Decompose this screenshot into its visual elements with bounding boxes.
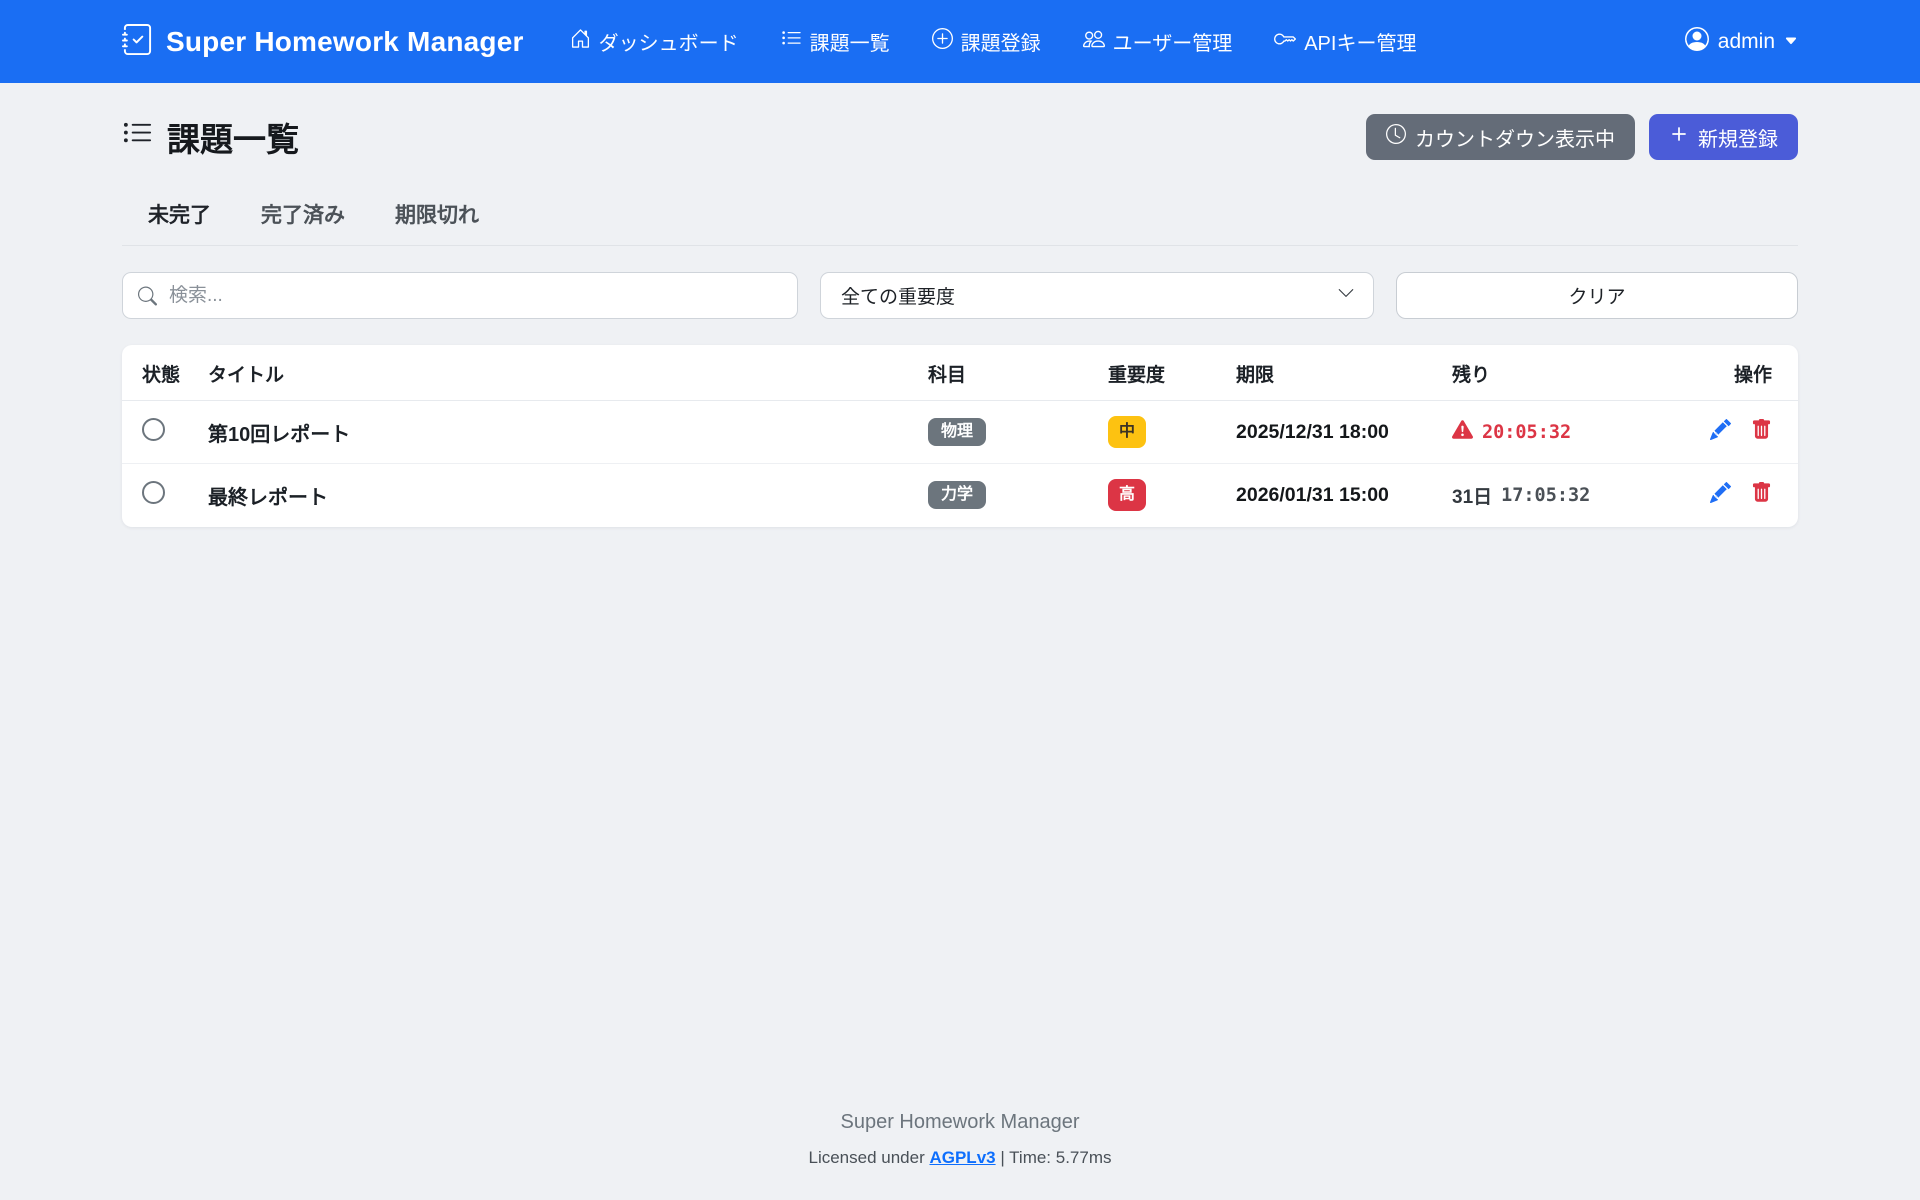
page-footer: Super Homework Manager Licensed under AG… [0, 1085, 1920, 1200]
nav-label: 課題一覧 [810, 27, 890, 56]
col-remaining: 残り [1440, 345, 1692, 401]
clock-icon [1386, 124, 1406, 150]
plus-icon [1669, 124, 1689, 150]
col-status: 状態 [122, 345, 196, 401]
status-tabs: 未完了 完了済み 期限切れ [122, 199, 1798, 246]
status-toggle[interactable] [142, 481, 165, 504]
task-table: 状態 タイトル 科目 重要度 期限 残り 操作 第10回レポート 物理 中 [122, 345, 1798, 527]
plus-circle-icon [932, 28, 953, 55]
col-importance: 重要度 [1096, 345, 1224, 401]
pencil-icon [1710, 491, 1731, 506]
remaining-countdown: 31日 17:05:32 [1452, 482, 1680, 509]
page-title: 課題一覧 [122, 113, 299, 161]
nav-item-dashboard[interactable]: ダッシュボード [570, 27, 739, 56]
table-header-row: 状態 タイトル 科目 重要度 期限 残り 操作 [122, 345, 1798, 401]
list-icon [122, 118, 153, 157]
license-link[interactable]: AGPLv3 [929, 1148, 995, 1167]
edit-button[interactable] [1710, 482, 1731, 503]
tab-overdue[interactable]: 期限切れ [395, 199, 479, 229]
chevron-down-icon [1337, 284, 1355, 308]
importance-badge: 中 [1108, 416, 1146, 448]
subject-badge: 物理 [928, 418, 986, 446]
remaining-time: 17:05:32 [1501, 485, 1590, 506]
trash-icon [1751, 491, 1772, 506]
col-title: タイトル [196, 345, 916, 401]
list-icon [781, 28, 802, 55]
task-title: 最終レポート [208, 487, 328, 509]
importance-badge: 高 [1108, 479, 1146, 511]
search-input[interactable] [122, 272, 798, 319]
person-circle-icon [1685, 27, 1709, 57]
remaining-countdown: 20:05:32 [1452, 419, 1680, 445]
delete-button[interactable] [1751, 482, 1772, 503]
remaining-days: 31日 [1452, 482, 1492, 509]
remaining-time: 20:05:32 [1482, 422, 1571, 443]
nav-item-api-keys[interactable]: APIキー管理 [1274, 27, 1416, 56]
nav-item-user-management[interactable]: ユーザー管理 [1083, 27, 1233, 56]
subject-badge: 力学 [928, 481, 986, 509]
deadline-text: 2026/01/31 15:00 [1236, 484, 1389, 506]
tab-completed[interactable]: 完了済み [261, 199, 345, 229]
clear-filters-button[interactable]: クリア [1396, 272, 1798, 319]
importance-filter-select[interactable]: 全ての重要度 [820, 272, 1374, 319]
users-icon [1083, 28, 1105, 56]
pencil-icon [1710, 428, 1731, 443]
col-deadline: 期限 [1224, 345, 1440, 401]
key-icon [1274, 28, 1296, 56]
countdown-toggle-button[interactable]: カウントダウン表示中 [1366, 114, 1635, 160]
brand-title: Super Homework Manager [166, 26, 524, 58]
user-menu[interactable]: admin [1685, 27, 1798, 57]
table-row: 第10回レポート 物理 中 2025/12/31 18:00 20:05:32 [122, 401, 1798, 464]
top-navbar: Super Homework Manager ダッシュボード 課題一覧 課題登録 [0, 0, 1920, 83]
caret-down-icon [1784, 30, 1798, 54]
task-table-card: 状態 タイトル 科目 重要度 期限 残り 操作 第10回レポート 物理 中 [122, 345, 1798, 527]
main-nav: ダッシュボード 課題一覧 課題登録 ユーザー管理 [570, 27, 1417, 56]
status-toggle[interactable] [142, 418, 165, 441]
footer-brand: Super Homework Manager [0, 1111, 1920, 1134]
journal-check-logo-icon [122, 24, 153, 60]
nav-label: ダッシュボード [599, 27, 739, 56]
table-row: 最終レポート 力学 高 2026/01/31 15:00 31日 17:05:3… [122, 464, 1798, 527]
warning-icon [1452, 419, 1473, 445]
tab-incomplete[interactable]: 未完了 [148, 199, 211, 229]
footer-license: Licensed under AGPLv3 | Time: 5.77ms [0, 1148, 1920, 1168]
delete-button[interactable] [1751, 419, 1772, 440]
search-box [122, 272, 798, 319]
deadline-text: 2025/12/31 18:00 [1236, 421, 1389, 443]
brand[interactable]: Super Homework Manager [122, 24, 524, 60]
nav-label: ユーザー管理 [1113, 27, 1233, 56]
nav-label: APIキー管理 [1304, 27, 1416, 56]
home-icon [570, 28, 591, 55]
col-actions: 操作 [1692, 345, 1798, 401]
new-task-button[interactable]: 新規登録 [1649, 114, 1798, 160]
importance-filter-value: 全ての重要度 [841, 282, 955, 309]
nav-label: 課題登録 [961, 27, 1041, 56]
col-subject: 科目 [916, 345, 1096, 401]
user-name: admin [1718, 30, 1775, 54]
edit-button[interactable] [1710, 419, 1731, 440]
nav-item-task-list[interactable]: 課題一覧 [781, 27, 890, 56]
trash-icon [1751, 428, 1772, 443]
task-title: 第10回レポート [208, 424, 350, 446]
nav-item-task-register[interactable]: 課題登録 [932, 27, 1041, 56]
